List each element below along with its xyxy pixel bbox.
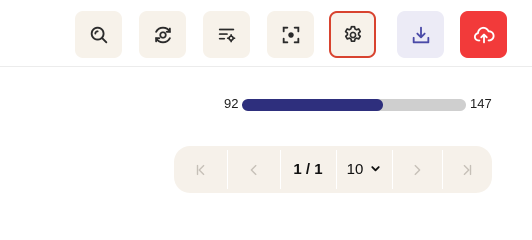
filter-settings-icon bbox=[216, 24, 238, 46]
upload-button[interactable] bbox=[460, 11, 507, 58]
prev-page-button[interactable] bbox=[227, 146, 280, 193]
progress-max-label: 147 bbox=[470, 96, 492, 111]
download-icon bbox=[410, 24, 432, 46]
last-page-icon bbox=[460, 163, 474, 177]
view-toggle-button[interactable] bbox=[139, 11, 186, 58]
progress-min-label: 92 bbox=[224, 96, 239, 111]
progress-bar bbox=[242, 99, 466, 111]
focus-frame-icon bbox=[280, 24, 302, 46]
progress-fill bbox=[242, 99, 384, 111]
eye-refresh-icon bbox=[152, 24, 174, 46]
last-page-button[interactable] bbox=[442, 146, 492, 193]
filter-settings-button[interactable] bbox=[203, 11, 250, 58]
settings-button[interactable] bbox=[329, 11, 376, 58]
chevron-left-icon bbox=[247, 163, 261, 177]
page-size-select[interactable]: 10 bbox=[336, 146, 392, 193]
chevron-down-icon bbox=[370, 161, 381, 178]
first-page-icon bbox=[194, 163, 208, 177]
zoom-button[interactable] bbox=[75, 11, 122, 58]
page-size-value: 10 bbox=[346, 161, 364, 178]
page: 92 147 1 / 1 10 bbox=[0, 0, 532, 214]
gear-icon bbox=[342, 24, 364, 46]
toolbar-divider bbox=[0, 66, 532, 67]
page-indicator: 1 / 1 bbox=[293, 161, 323, 178]
pagination: 1 / 1 10 bbox=[174, 146, 492, 193]
download-button[interactable] bbox=[397, 11, 444, 58]
focus-button[interactable] bbox=[267, 11, 314, 58]
zoom-search-icon bbox=[88, 24, 110, 46]
first-page-button[interactable] bbox=[174, 146, 227, 193]
next-page-button[interactable] bbox=[392, 146, 442, 193]
chevron-right-icon bbox=[410, 163, 424, 177]
cloud-upload-icon bbox=[473, 24, 495, 46]
